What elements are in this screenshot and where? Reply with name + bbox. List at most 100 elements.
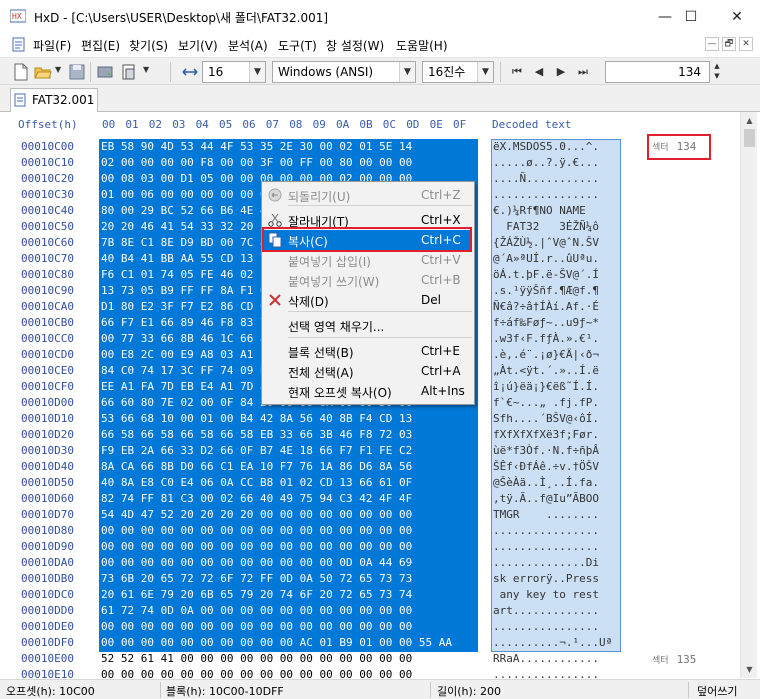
row-decoded-text[interactable]: ................ (493, 668, 599, 678)
last-sector-icon[interactable]: ⏭ (575, 63, 591, 81)
row-bytes[interactable]: F9 EB 2A 66 33 D2 66 0F B7 4E 18 66 F7 F… (101, 444, 412, 457)
hex-row[interactable]: 00010D10 53 66 68 10 00 01 00 B4 42 8A 56… (0, 411, 740, 427)
scroll-down-icon[interactable]: ▼ (741, 661, 758, 678)
row-bytes[interactable]: 00 00 00 00 00 00 00 00 00 00 00 00 00 0… (101, 524, 412, 537)
row-decoded-text[interactable]: ‚tÿ.Ã..f@Iu”ÃBOO (493, 492, 599, 505)
row-decoded-text[interactable]: ....Ñ........... (493, 172, 599, 185)
hex-row[interactable]: 00010DB0 73 6B 20 65 72 72 6F 72 FF 0D 0A… (0, 571, 740, 587)
row-decoded-text[interactable]: öÁ.t.þF.ë-ŠV@´.Í (493, 268, 599, 281)
hex-row[interactable]: 00010C00 EB 58 90 4D 53 44 4F 53 35 2E 30… (0, 139, 740, 155)
hex-row[interactable]: 00010E10 00 00 00 00 00 00 00 00 00 00 00… (0, 667, 740, 678)
hex-row[interactable]: 00010D40 8A CA 66 8B D0 66 C1 EA 10 F7 76… (0, 459, 740, 475)
row-decoded-text[interactable]: ................ (493, 540, 599, 553)
row-decoded-text[interactable]: .s.¹ÿÿŠñf.¶Æ@f.¶ (493, 284, 599, 297)
ram-icon[interactable] (120, 63, 138, 81)
hex-row[interactable]: 00010D50 40 8A E8 C0 E4 06 0A CC B8 01 02… (0, 475, 740, 491)
row-decoded-text[interactable]: @´A»ªUÍ.r..ûUªu. (493, 252, 599, 265)
menu-search[interactable]: 찾기(S) (129, 37, 168, 54)
hex-row[interactable]: 00010D70 54 4D 47 52 20 20 20 20 00 00 00… (0, 507, 740, 523)
row-decoded-text[interactable]: any key to rest (493, 588, 599, 601)
row-decoded-text[interactable]: .....ø..?.ÿ.€... (493, 156, 599, 169)
hex-row[interactable]: 00010D80 00 00 00 00 00 00 00 00 00 00 00… (0, 523, 740, 539)
ram-dropdown-icon[interactable]: ▼ (143, 65, 149, 74)
hex-row[interactable]: 00010D30 F9 EB 2A 66 33 D2 66 0F B7 4E 18… (0, 443, 740, 459)
tab-fat32[interactable]: FAT32.001 (10, 88, 98, 112)
row-decoded-text[interactable]: ŠÊf‹ÐfÁê.÷v.†ÖŠV (493, 460, 599, 473)
row-decoded-text[interactable]: î¡ú}ëä¡}€ëß˜Í.Í. (493, 380, 599, 393)
row-decoded-text[interactable]: @ŠèÀä..Ì¸..Í.fa. (493, 476, 599, 489)
menu-item-select-block[interactable]: 블록 선택(B) Ctrl+E (264, 341, 472, 361)
row-decoded-text[interactable]: {ŽÁŽÙ½.|ˆV@ˆN.ŠV (493, 236, 599, 249)
row-bytes[interactable]: 73 6B 20 65 72 72 6F 72 FF 0D 0A 50 72 6… (101, 572, 412, 585)
row-decoded-text[interactable]: sk errorÿ..Press (493, 572, 599, 585)
menu-window[interactable]: 창 설정(W) (326, 37, 384, 54)
chevron-down-icon[interactable]: ▼ (399, 62, 415, 82)
row-decoded-text[interactable]: ùë*f3Òf.·N.f÷ñþÂ (493, 444, 599, 457)
chevron-down-icon[interactable]: ▼ (249, 62, 265, 82)
hex-row[interactable]: 00010C10 02 00 00 00 00 F8 00 00 3F 00 FF… (0, 155, 740, 171)
row-bytes[interactable]: 8A CA 66 8B D0 66 C1 EA 10 F7 76 1A 86 D… (101, 460, 412, 473)
save-icon[interactable] (68, 63, 86, 81)
disk-icon[interactable] (96, 63, 114, 81)
row-bytes[interactable]: 61 72 74 0D 0A 00 00 00 00 00 00 00 00 0… (101, 604, 412, 617)
menu-item-fill-selection[interactable]: 선택 영역 채우기... (264, 315, 472, 335)
row-decoded-text[interactable]: art............. (493, 604, 599, 617)
menu-edit[interactable]: 편집(E) (81, 37, 120, 54)
new-file-icon[interactable] (12, 63, 30, 81)
menu-item-select-all[interactable]: 전체 선택(A) Ctrl+A (264, 361, 472, 381)
mdi-restore-button[interactable]: 🗗 (722, 37, 736, 51)
row-bytes[interactable]: 54 4D 47 52 20 20 20 20 00 00 00 00 00 0… (101, 508, 412, 521)
mdi-close-button[interactable]: ✕ (739, 37, 753, 51)
row-decoded-text[interactable]: „Àt.<ÿt.´.»..Í.ë (493, 364, 599, 377)
row-decoded-text[interactable]: fXfXfXfXë3f;Før. (493, 428, 599, 441)
menu-help[interactable]: 도움말(H) (396, 37, 448, 54)
row-decoded-text[interactable]: f`€~...„ .fj.fP. (493, 396, 599, 409)
close-button[interactable]: ✕ (714, 0, 760, 33)
row-bytes[interactable]: 00 00 00 00 00 00 00 00 00 00 AC 01 B9 0… (101, 636, 452, 649)
maximize-button[interactable]: ☐ (668, 0, 714, 33)
row-decoded-text[interactable]: ..........¬.¹...Uª (493, 636, 612, 649)
menu-file[interactable]: 파일(F) (33, 37, 71, 54)
row-decoded-text[interactable]: ëX.MSDOS5.0...^. (493, 140, 599, 153)
chevron-down-icon[interactable]: ▼ (477, 62, 493, 82)
menu-item-delete[interactable]: 삭제(D) Del (264, 290, 472, 310)
sector-spin-icon[interactable]: ▲ ▼ (711, 61, 723, 83)
open-folder-icon[interactable] (34, 63, 52, 81)
row-bytes[interactable]: 00 00 00 00 00 00 00 00 00 00 00 00 0D 0… (101, 556, 412, 569)
row-bytes[interactable]: 02 00 00 00 00 F8 00 00 3F 00 FF 00 80 0… (101, 156, 412, 169)
hex-row[interactable]: 00010D90 00 00 00 00 00 00 00 00 00 00 00… (0, 539, 740, 555)
hex-row[interactable]: 00010DF0 00 00 00 00 00 00 00 00 00 00 AC… (0, 635, 740, 651)
row-bytes[interactable]: 00 00 00 00 00 00 00 00 00 00 00 00 00 0… (101, 620, 412, 633)
hex-row[interactable]: 00010E00 52 52 61 41 00 00 00 00 00 00 00… (0, 651, 740, 667)
row-decoded-text[interactable]: ................ (493, 524, 599, 537)
row-bytes[interactable]: 00 00 00 00 00 00 00 00 00 00 00 00 00 0… (101, 668, 412, 678)
scroll-up-icon[interactable]: ▲ (741, 112, 758, 129)
row-bytes[interactable]: EB 58 90 4D 53 44 4F 53 35 2E 30 00 02 0… (101, 140, 412, 153)
menu-analysis[interactable]: 분석(A) (228, 37, 268, 54)
menu-item-undo[interactable]: 되돌리기(U) Ctrl+Z (264, 185, 472, 205)
row-decoded-text[interactable]: .w3f‹F.fƒÀ.».€¹. (493, 332, 599, 345)
next-sector-icon[interactable]: ▶ (553, 63, 569, 81)
row-bytes[interactable]: 53 66 68 10 00 01 00 B4 42 8A 56 40 8B F… (101, 412, 412, 425)
row-decoded-text[interactable]: Sfh....´BŠV@‹ôÍ. (493, 412, 599, 425)
sector-number-input[interactable]: 134 (605, 61, 710, 83)
hex-row[interactable]: 00010D20 66 58 66 58 66 58 66 58 EB 33 66… (0, 427, 740, 443)
row-decoded-text[interactable]: ................ (493, 188, 599, 201)
row-bytes[interactable]: 00 00 00 00 00 00 00 00 00 00 00 00 00 0… (101, 540, 412, 553)
hex-row[interactable]: 00010DC0 20 61 6E 79 20 6B 65 79 20 74 6F… (0, 587, 740, 603)
row-decoded-text[interactable]: f÷áf‰Føƒ~..u9ƒ~* (493, 316, 599, 329)
hex-row[interactable]: 00010DA0 00 00 00 00 00 00 00 00 00 00 00… (0, 555, 740, 571)
row-bytes[interactable]: 40 8A E8 C0 E4 06 0A CC B8 01 02 CD 13 6… (101, 476, 412, 489)
row-bytes[interactable]: 82 74 FF 81 C3 00 02 66 40 49 75 94 C3 4… (101, 492, 412, 505)
hex-row[interactable]: 00010DE0 00 00 00 00 00 00 00 00 00 00 00… (0, 619, 740, 635)
row-bytes[interactable]: 20 61 6E 79 20 6B 65 79 20 74 6F 20 72 6… (101, 588, 412, 601)
vertical-scrollbar[interactable]: ▲ ▼ (740, 112, 757, 678)
row-bytes[interactable]: 52 52 61 41 00 00 00 00 00 00 00 00 00 0… (101, 652, 412, 665)
row-decoded-text[interactable]: ................ (493, 620, 599, 633)
hex-row[interactable]: 00010DD0 61 72 74 0D 0A 00 00 00 00 00 00… (0, 603, 740, 619)
menu-tools[interactable]: 도구(T) (278, 37, 317, 54)
row-decoded-text[interactable]: €.)¼Rf¶NO NAME (493, 204, 599, 217)
first-sector-icon[interactable]: ⏮ (509, 63, 525, 81)
menu-view[interactable]: 보기(V) (178, 37, 218, 54)
row-decoded-text[interactable]: TMGR ........ (493, 508, 599, 521)
